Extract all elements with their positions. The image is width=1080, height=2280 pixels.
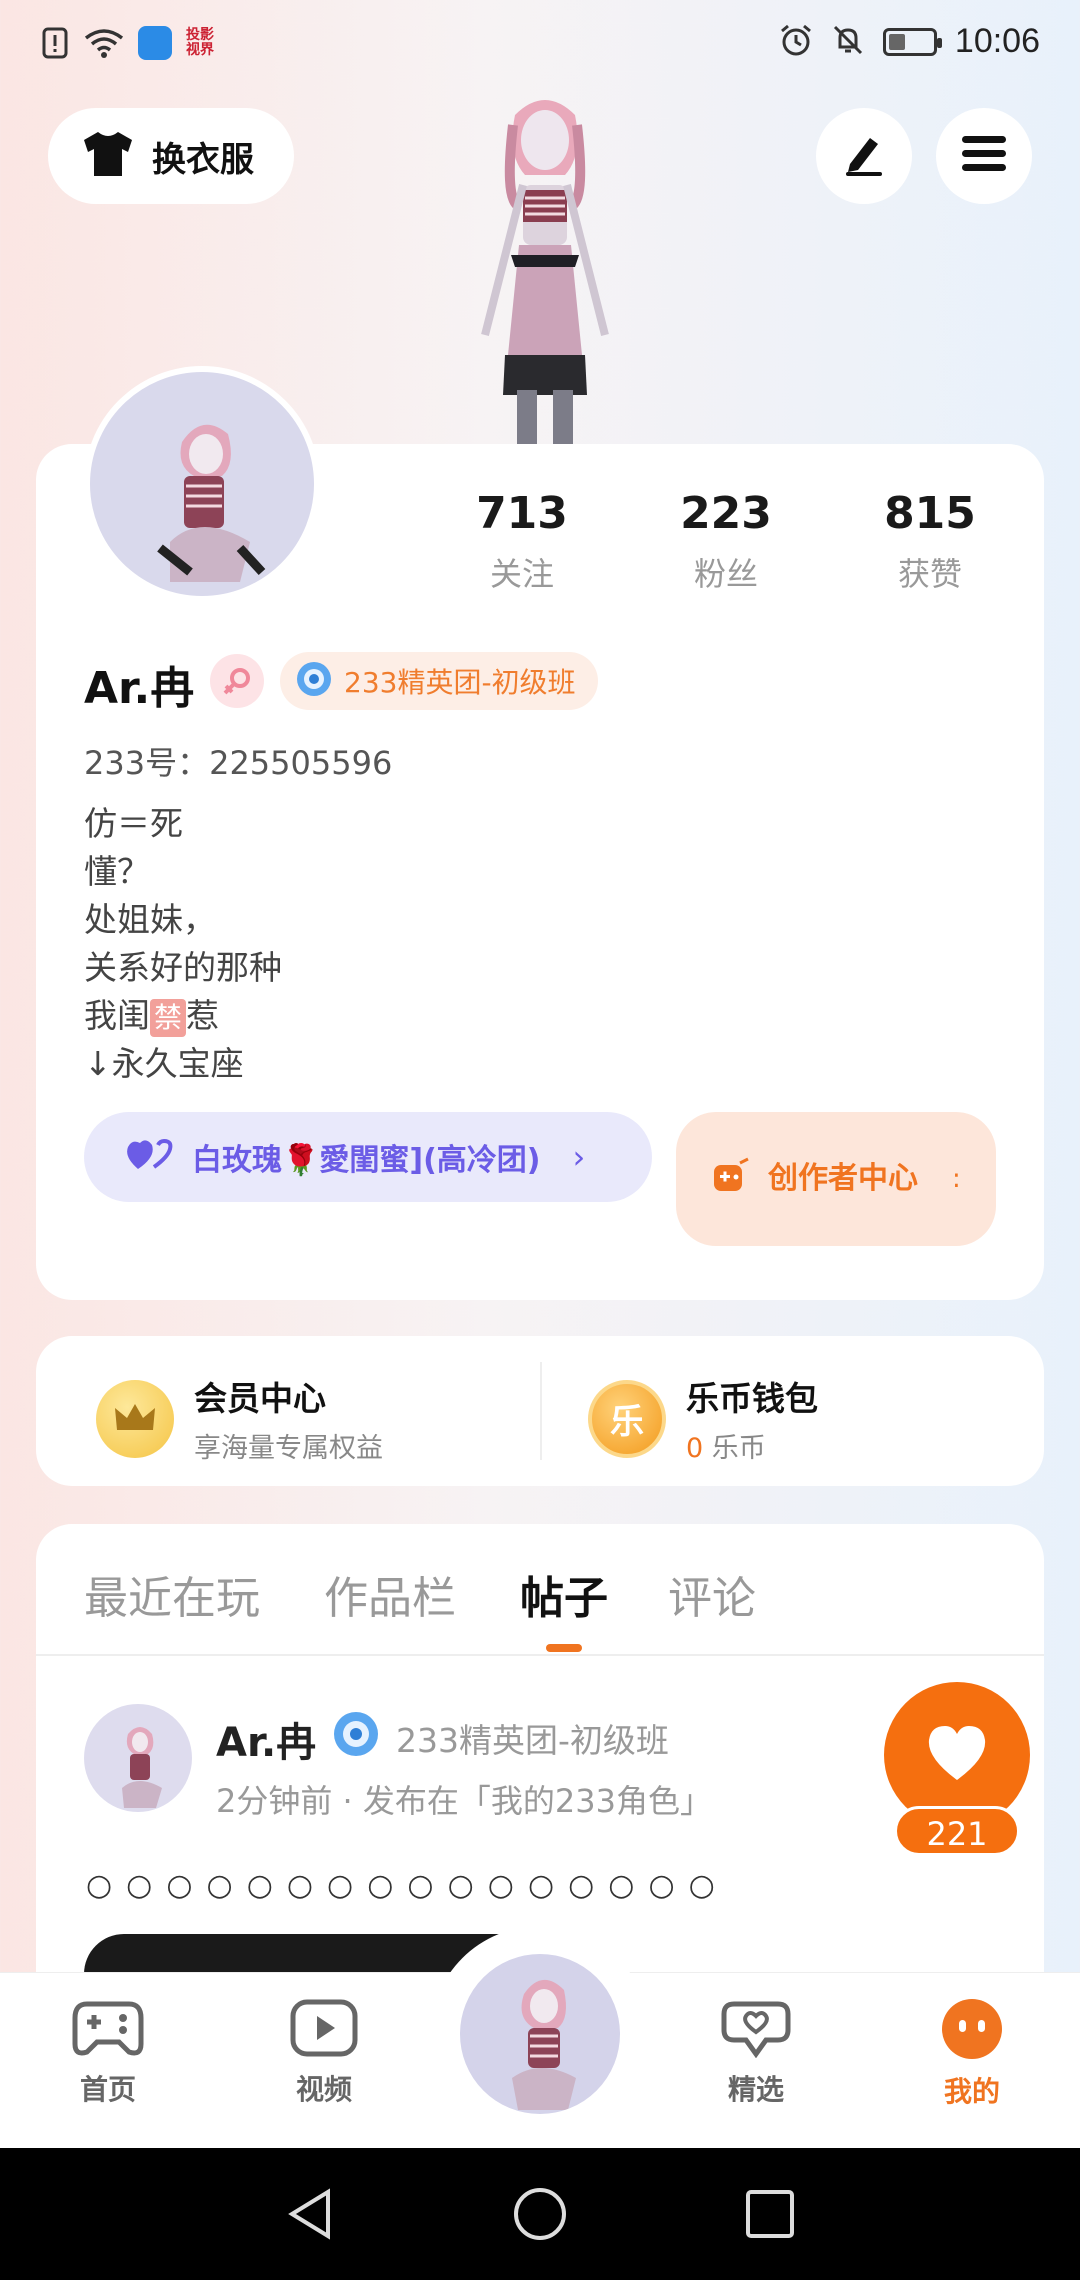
pen-icon (840, 130, 888, 182)
wallet-unit: 乐币 (711, 1433, 766, 1464)
cloud-app-icon (138, 26, 172, 60)
change-outfit-label: 换衣服 (152, 139, 254, 180)
stat-following[interactable]: 713 关注 (437, 488, 607, 595)
alert-icon (40, 26, 70, 60)
edit-profile-button[interactable] (816, 108, 912, 204)
le-coin-icon: 乐 (588, 1379, 666, 1458)
tv-logo: 投影 视界 (186, 27, 214, 58)
heart-chat-icon (720, 1998, 792, 2062)
bio-text: 惹 (186, 996, 220, 1035)
post-meta: 2分钟前 · 发布在「我的233角色」 (216, 1782, 712, 1820)
stat-label: 粉丝 (693, 555, 758, 593)
gamepad-icon (710, 1157, 750, 1201)
group-button[interactable]: 白玫瑰🌹愛閨蜜](高冷团) › (84, 1112, 652, 1202)
nav-label: 我的 (943, 2075, 1000, 2108)
wallet-button[interactable]: 乐 乐币钱包 0 乐币 (588, 1372, 818, 1465)
stat-likes[interactable]: 815 获赞 (845, 488, 1015, 595)
divider (540, 1362, 542, 1460)
change-outfit-button[interactable]: 换衣服 (48, 108, 294, 204)
heart-icon (925, 1724, 989, 1786)
gamepad-icon (71, 1998, 145, 2062)
hamburger-icon (960, 134, 1008, 178)
video-play-icon (289, 1998, 359, 2062)
member-center-button[interactable]: 会员中心 享海量专属权益 (96, 1372, 383, 1465)
stat-number: 713 (476, 488, 568, 539)
tshirt-icon (80, 130, 136, 182)
stat-label: 关注 (489, 555, 554, 593)
username: Ar.冉 (84, 663, 195, 714)
stat-label: 获赞 (897, 555, 962, 593)
creator-center-button[interactable]: 创作者中心 : (676, 1112, 996, 1246)
nav-label: 视频 (295, 2073, 352, 2106)
divider (36, 1654, 1044, 1656)
active-tab-indicator (546, 1644, 582, 1652)
bio-line: 处姐妹， (84, 900, 216, 939)
creator-center-label: 创作者中心 (768, 1161, 918, 1196)
nav-video[interactable]: 视频 (244, 1998, 404, 2108)
female-icon (210, 654, 264, 708)
nav-mine[interactable]: 我的 (892, 1998, 1052, 2110)
more-indicator: : (952, 1164, 961, 1194)
forbidden-emoji: 禁 (150, 999, 187, 1037)
post-author-rank: 233精英团-初级班 (396, 1721, 669, 1760)
crown-icon (96, 1379, 174, 1458)
wallet-amount: 0 (686, 1433, 704, 1464)
wallet-title: 乐币钱包 (686, 1379, 818, 1418)
wifi-icon (84, 26, 124, 60)
home-icon[interactable] (512, 2186, 568, 2242)
bio-line: 关系好的那种 (84, 948, 282, 987)
stat-number: 815 (884, 488, 976, 539)
face-icon (939, 1998, 1005, 2064)
nav-label: 首页 (79, 2073, 136, 2106)
character-figure[interactable] (445, 85, 645, 445)
battery-icon (882, 27, 942, 56)
alarm-icon (779, 23, 813, 61)
rank-label: 233精英团-初级班 (344, 666, 576, 699)
chevron-right-icon: › (572, 1138, 586, 1176)
tab-comments[interactable]: 评论 (668, 1562, 756, 1626)
user-id: 233号：225505596 (84, 744, 393, 782)
nav-center-avatar[interactable] (456, 1950, 624, 2118)
double-heart-icon (124, 1137, 174, 1177)
status-bar: 投影 视界 10:06 (0, 0, 1080, 90)
bio-line: ↓永久宝座 (84, 1044, 244, 1083)
bio-text: 我闺 (84, 996, 150, 1035)
stat-number: 223 (680, 488, 772, 539)
bio: 仿＝死 懂？ 处姐妹， 关系好的那种 我闺禁惹 ↓永久宝座 (84, 800, 282, 1088)
badge-icon (330, 1708, 382, 1760)
recents-icon[interactable] (742, 2186, 798, 2242)
badge-icon (294, 659, 334, 703)
post-content: ○○○○○○○○○○○○○○○○ (86, 1868, 729, 1903)
clock: 10:06 (954, 22, 1040, 60)
post-author-avatar[interactable] (84, 1704, 192, 1812)
stat-followers[interactable]: 223 粉丝 (641, 488, 811, 595)
member-center-title: 会员中心 (194, 1379, 326, 1418)
member-center-subtitle: 享海量专属权益 (194, 1433, 383, 1464)
tab-recently-played[interactable]: 最近在玩 (84, 1562, 260, 1626)
avatar[interactable] (84, 366, 320, 602)
nav-featured[interactable]: 精选 (676, 1998, 836, 2108)
mute-icon (831, 23, 865, 61)
nav-home[interactable]: 首页 (28, 1998, 188, 2108)
bio-line: 我闺禁惹 (84, 992, 282, 1040)
like-count: 221 (894, 1806, 1020, 1856)
wallet-balance: 0 乐币 (686, 1426, 818, 1465)
bio-line: 懂？ (84, 852, 150, 891)
menu-button[interactable] (936, 108, 1032, 204)
group-label: 白玫瑰🌹愛閨蜜](高冷团) (192, 1143, 541, 1178)
post-author-name[interactable]: Ar.冉 (216, 1710, 316, 1768)
bio-line: 仿＝死 (84, 804, 183, 843)
back-icon[interactable] (284, 2186, 340, 2242)
tab-posts[interactable]: 帖子 (520, 1562, 608, 1626)
rank-badge[interactable]: 233精英团-初级班 (280, 652, 598, 710)
tab-works[interactable]: 作品栏 (324, 1562, 456, 1626)
nav-label: 精选 (727, 2073, 784, 2106)
